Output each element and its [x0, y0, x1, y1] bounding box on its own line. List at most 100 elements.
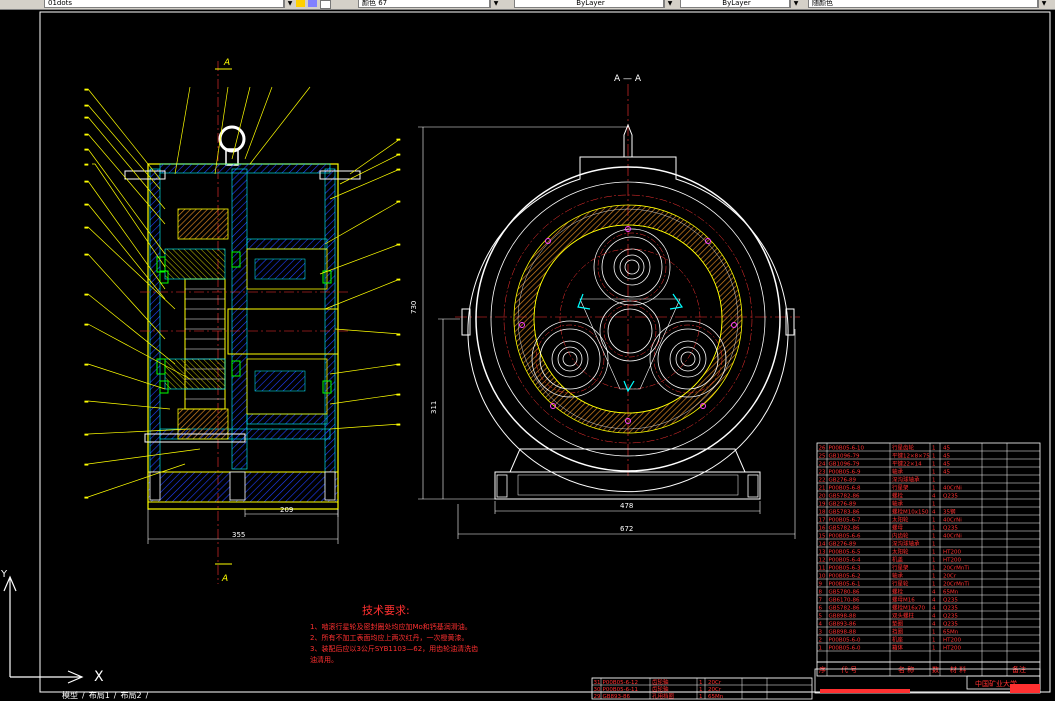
- linetype-dropdown[interactable]: ByLayer: [514, 0, 664, 8]
- svg-text:▬: ▬: [84, 225, 89, 231]
- bom-qty-cell: 4: [932, 614, 936, 620]
- bom-seq-cell: 5: [819, 614, 823, 620]
- bom-name-cell: 行星架: [892, 564, 909, 572]
- bom-seq-cell: 4: [819, 622, 823, 628]
- lineweight-dropdown-arrow[interactable]: ▼: [790, 0, 801, 8]
- bom-material-cell: 40CrNi: [943, 518, 962, 524]
- tech-req-line-2: 2、所有不加工表面均应上两次红丹，一次橙黄漆。: [310, 633, 468, 642]
- bom-material-cell: 40CrNi: [943, 486, 962, 492]
- bom-name-cell: 行星轮: [892, 580, 909, 588]
- bom-header-seq: 序: [819, 665, 826, 674]
- drawing-canvas[interactable]: A A ▬▬▬ ▬▬▬ ▬▬▬ ▬▬▬ ▬▬▬ ▬▬ ▬▬▬ ▬▬▬ ▬▬▬ ▬…: [0, 9, 1055, 700]
- bom-header-code: 代 号: [841, 665, 857, 674]
- bom-seq-cell: 1: [819, 646, 823, 652]
- bom-name-cell: 太阳轮: [892, 548, 909, 556]
- bom-seq-cell: 26: [819, 446, 826, 452]
- tab-model[interactable]: 模型: [62, 691, 78, 700]
- bom-qty-cell: 4: [932, 494, 936, 500]
- layout-tabs: 模型 / 布局1/布局2/: [62, 691, 149, 700]
- bom-seq-cell: 16: [819, 526, 826, 532]
- tech-req-title: 技术要求:: [362, 604, 410, 617]
- bom-qty-cell: 1: [932, 534, 936, 540]
- bom2-seq-cell: 29: [594, 694, 601, 700]
- bom-material-cell: 45: [943, 446, 950, 452]
- bom-header-qty: 数: [932, 665, 939, 674]
- bom-seq-cell: 18: [819, 510, 826, 516]
- bom-seq-cell: 22: [819, 478, 826, 484]
- svg-text:▬: ▬: [84, 495, 89, 501]
- bom-code-cell: GB5782-86: [829, 526, 861, 532]
- svg-text:▬: ▬: [396, 152, 401, 158]
- bom-material-cell: 40CrNi: [943, 534, 962, 540]
- section-mark-top: A: [223, 58, 230, 68]
- svg-text:▬: ▬: [396, 362, 401, 368]
- bom-seq-cell: 25: [819, 454, 826, 460]
- bom-name-cell: 螺栓M10x150: [892, 508, 929, 516]
- bom-code-cell: GB276-89: [829, 478, 857, 484]
- bom-code-cell: GB898-88: [829, 614, 857, 620]
- svg-text:▬: ▬: [396, 332, 401, 338]
- svg-text:▬: ▬: [396, 137, 401, 143]
- bom-code-cell: P00B05-6-8: [829, 486, 862, 492]
- dim-width-inner: 209: [280, 506, 293, 514]
- bom-seq-cell: 10: [819, 574, 826, 580]
- bom-material-cell: HT200: [943, 558, 961, 564]
- layer-dropdown-arrow[interactable]: ▼: [284, 0, 295, 8]
- make-current-layer-icon[interactable]: [296, 0, 305, 7]
- bom-name-cell: 轴承: [892, 572, 904, 580]
- bom-header-note: 备注: [1012, 665, 1026, 674]
- bom-name-cell: 垫圈: [892, 620, 904, 628]
- bom-qty-cell: 1: [932, 646, 936, 652]
- bom-qty-cell: 1: [932, 454, 936, 460]
- svg-text:▬: ▬: [84, 362, 89, 368]
- bom-qty-cell: 1: [932, 526, 936, 532]
- bom-code-cell: GB898-88: [829, 630, 857, 636]
- lineweight-dropdown[interactable]: ByLayer: [680, 0, 790, 8]
- aa-view-title: A — A: [614, 74, 642, 84]
- tab-layout1[interactable]: 布局1: [89, 691, 110, 700]
- bom-code-cell: P00B05-6-2: [829, 574, 861, 580]
- tab-layout2[interactable]: 布局2: [121, 691, 142, 700]
- bom-material-cell: 45: [943, 470, 950, 476]
- bom-material-cell: 65Mn: [943, 630, 959, 636]
- bom-name-cell: 内齿轮: [892, 532, 909, 540]
- bom-qty-cell: 4: [932, 510, 936, 516]
- bom-qty-cell: 1: [932, 558, 936, 564]
- bom-qty-cell: 1: [932, 502, 936, 508]
- bom-seq-cell: 12: [819, 558, 826, 564]
- bom-code-cell: GB5780-86: [829, 590, 861, 596]
- bom-seq-cell: 15: [819, 534, 826, 540]
- layer-previous-icon[interactable]: [308, 0, 317, 7]
- svg-text:▬: ▬: [396, 392, 401, 398]
- tech-req-line-3: 3、装配后应以3公斤SYB1103—62，用齿轮油清洗齿: [310, 644, 478, 653]
- layer-properties-icon[interactable]: [320, 0, 331, 9]
- plotstyle-dropdown-arrow[interactable]: ▼: [1038, 0, 1049, 8]
- bom-name-cell: 太阳轮: [892, 516, 909, 524]
- color-dropdown[interactable]: 颜色 67: [358, 0, 490, 8]
- bom-name-cell: 挡圈: [892, 628, 904, 636]
- bill-of-materials: 26 P00B05-6-10 行星齿轮 1 4525 GB1096-79 平键12×8×75…: [816, 442, 1041, 690]
- layer-dropdown[interactable]: 01dots: [44, 0, 284, 8]
- bom-name-cell: 螺母: [892, 524, 904, 532]
- svg-text:▬: ▬: [84, 147, 89, 153]
- bom-name-cell: 平键12×8×75: [892, 452, 930, 460]
- section-view: A A ▬▬▬ ▬▬▬ ▬▬▬ ▬▬▬ ▬▬▬ ▬▬ ▬▬▬ ▬▬▬ ▬▬▬ ▬…: [84, 58, 401, 584]
- svg-text:▬: ▬: [84, 202, 89, 208]
- plotstyle-dropdown[interactable]: 随颜色: [808, 0, 1038, 8]
- svg-text:▬: ▬: [84, 432, 89, 438]
- bom-material-cell: 35钢: [943, 508, 956, 516]
- dim-width-total: 672: [620, 525, 633, 533]
- bom-code-cell: GB5782-86: [829, 494, 861, 500]
- bom-header-name: 名 称: [898, 665, 914, 674]
- color-dropdown-arrow[interactable]: ▼: [490, 0, 501, 8]
- bom-seq-cell: 19: [819, 502, 826, 508]
- bom-name-cell: 螺栓M16x70: [892, 604, 925, 612]
- bom-seq-cell: 7: [819, 598, 823, 604]
- bom-qty-cell: 1: [932, 518, 936, 524]
- bom-seq-cell: 23: [819, 470, 826, 476]
- svg-text:▬: ▬: [396, 422, 401, 428]
- bom-name-cell: 机盖: [892, 556, 904, 564]
- bom-name-cell: 双头螺柱: [892, 612, 915, 620]
- linetype-dropdown-arrow[interactable]: ▼: [664, 0, 675, 8]
- bom-qty-cell: 4: [932, 598, 936, 604]
